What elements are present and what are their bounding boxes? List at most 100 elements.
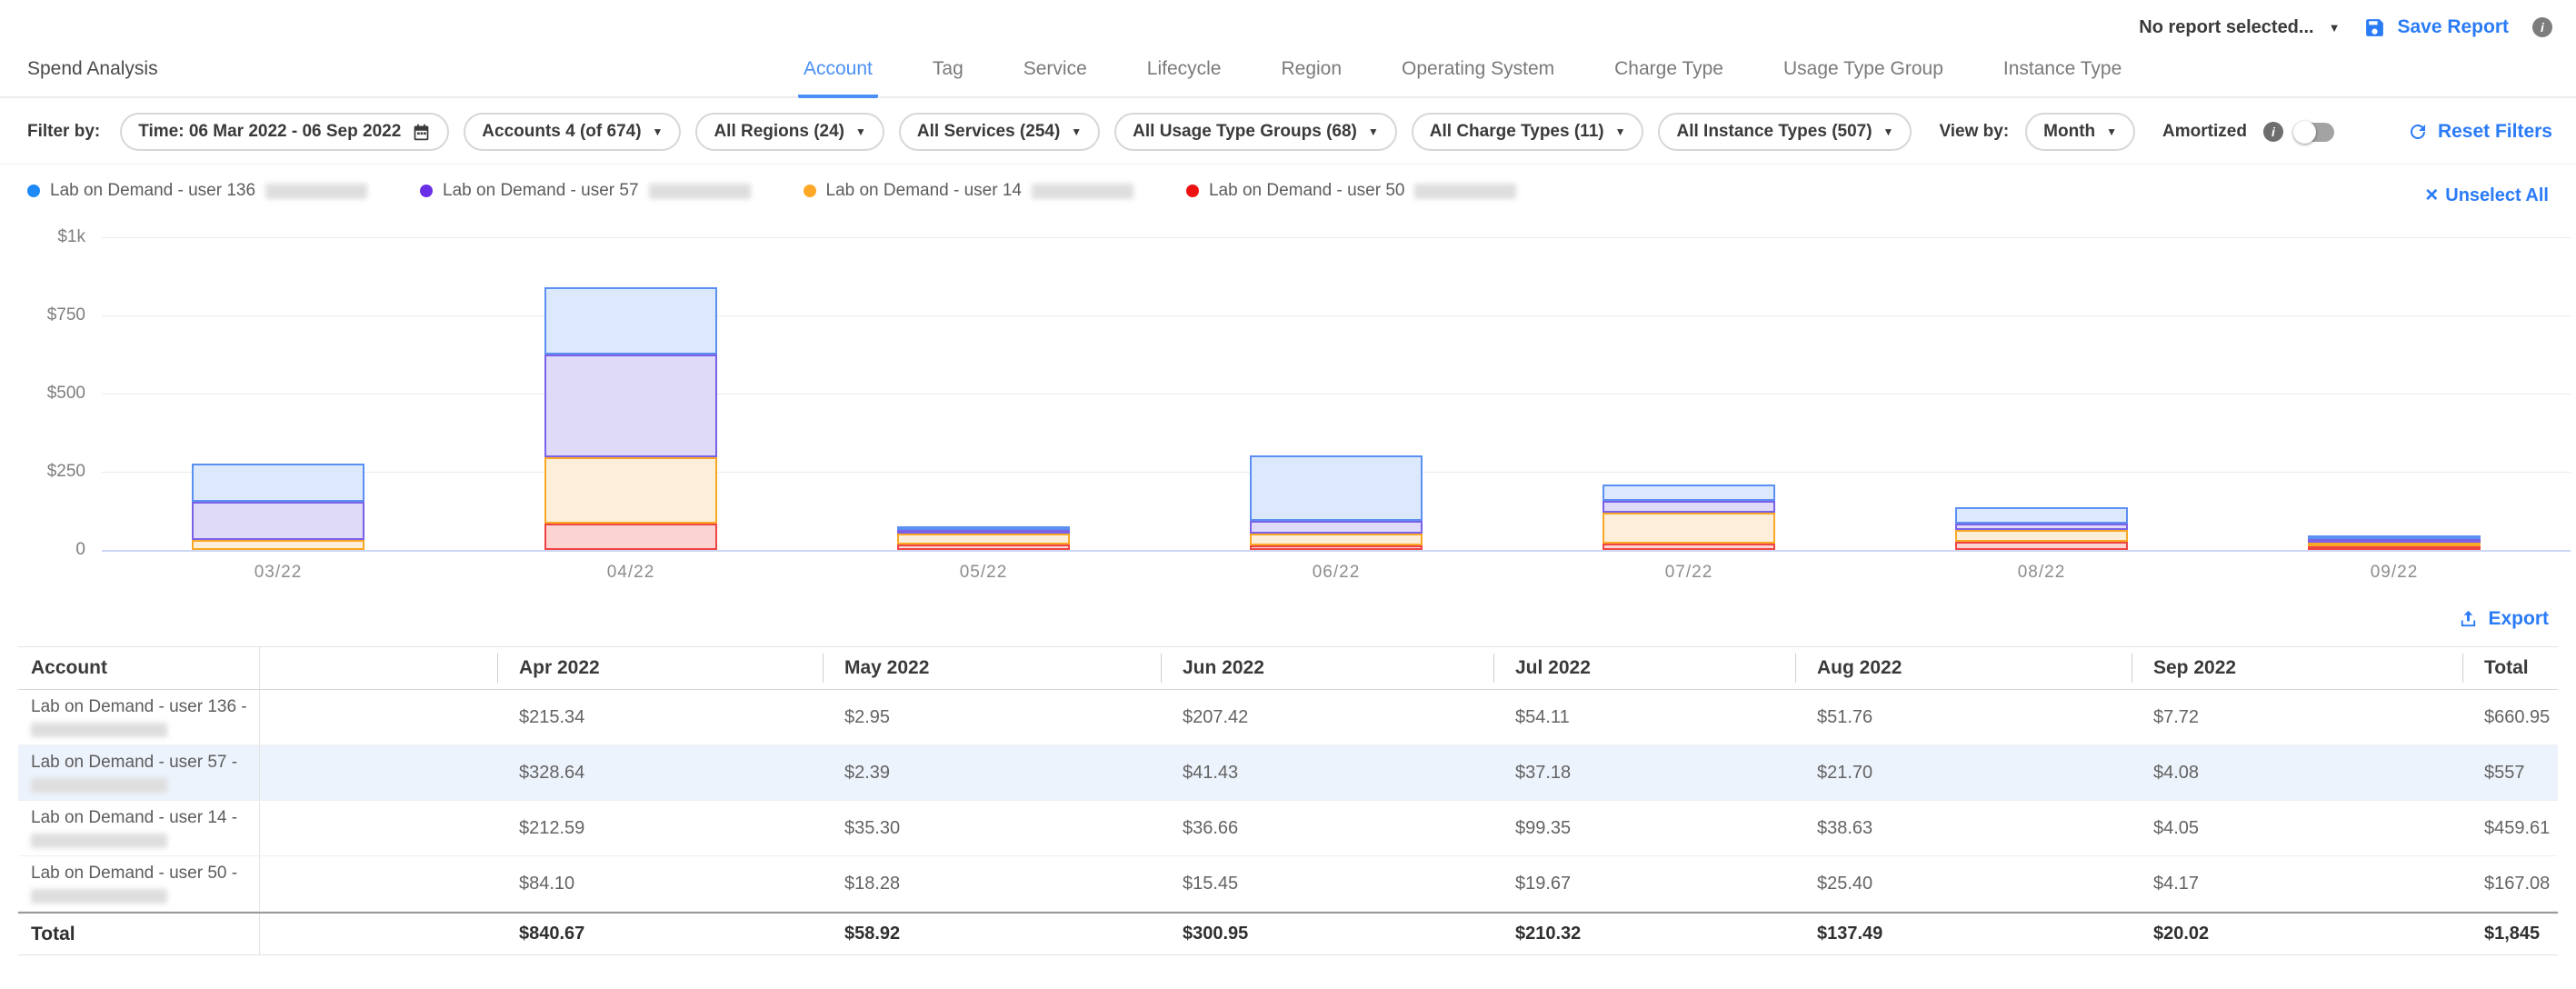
time-range-label: Time: 06 Mar 2022 - 06 Sep 2022	[138, 122, 401, 142]
bar-segment[interactable]	[544, 355, 717, 457]
column-header-account[interactable]: Account	[18, 647, 260, 689]
view-by-dropdown[interactable]: Month ▼	[2025, 113, 2135, 151]
bar-segment[interactable]	[1603, 513, 1775, 544]
legend-dot-blue	[27, 185, 40, 197]
legend-label: Lab on Demand - user 14	[826, 181, 1022, 201]
tab-service[interactable]: Service	[1018, 58, 1093, 98]
chart-bars[interactable]	[102, 237, 2571, 550]
report-selector-dropdown[interactable]: No report selected... ▼	[2139, 17, 2340, 38]
caret-down-icon: ▼	[1368, 125, 1379, 138]
tab-charge-type[interactable]: Charge Type	[1609, 58, 1729, 98]
bar-segment[interactable]	[1603, 544, 1775, 550]
caret-down-icon: ▼	[1615, 125, 1626, 138]
table-row[interactable]: Lab on Demand - user 57 - $328.64 $2.39 …	[18, 745, 2558, 801]
info-icon[interactable]: i	[2532, 17, 2552, 37]
bar-segment[interactable]	[1603, 501, 1775, 513]
view-by-label: View by:	[1939, 122, 2009, 142]
total-value: $20.02	[2132, 914, 2462, 954]
cell-value: $660.95	[2462, 690, 2558, 744]
chart-plot-area	[102, 237, 2571, 552]
account-name: Lab on Demand - user 136 -	[31, 697, 252, 717]
legend-label: Lab on Demand - user 136	[50, 181, 255, 201]
tab-lifecycle[interactable]: Lifecycle	[1142, 58, 1227, 98]
charge-types-filter[interactable]: All Charge Types (11) ▼	[1412, 113, 1644, 151]
legend-item-user-136[interactable]: Lab on Demand - user 136	[27, 181, 367, 210]
bar-segment[interactable]	[2308, 546, 2481, 550]
spend-table: Account Apr 2022 May 2022 Jun 2022 Jul 2…	[18, 646, 2558, 955]
legend-item-user-57[interactable]: Lab on Demand - user 57	[420, 181, 750, 201]
bar-segment[interactable]	[1250, 545, 1423, 550]
stacked-bar[interactable]	[1955, 507, 2128, 550]
cell-value: $557	[2462, 745, 2558, 800]
bar-segment[interactable]	[1603, 485, 1775, 502]
bar-segment[interactable]	[1250, 534, 1423, 545]
y-tick: $500	[47, 384, 85, 404]
export-button[interactable]: Export	[2458, 608, 2549, 630]
cell-value: $41.43	[1161, 745, 1493, 800]
column-header-may[interactable]: May 2022	[823, 647, 1161, 689]
legend-item-user-50[interactable]: Lab on Demand - user 50	[1186, 181, 1516, 210]
bar-segment[interactable]	[1955, 524, 2128, 530]
bar-segment[interactable]	[897, 544, 1070, 550]
time-range-filter[interactable]: Time: 06 Mar 2022 - 06 Sep 2022	[120, 113, 449, 151]
table-header-row: Account Apr 2022 May 2022 Jun 2022 Jul 2…	[18, 647, 2558, 690]
column-header-sep[interactable]: Sep 2022	[2132, 647, 2462, 689]
table-row[interactable]: Lab on Demand - user 50 - $84.10 $18.28 …	[18, 856, 2558, 912]
services-filter[interactable]: All Services (254) ▼	[899, 113, 1100, 151]
bar-segment[interactable]	[192, 502, 364, 540]
stacked-bar[interactable]	[2308, 535, 2481, 550]
tab-instance-type[interactable]: Instance Type	[1998, 58, 2127, 98]
legend-item-user-14[interactable]: Lab on Demand - user 14	[804, 181, 1133, 201]
accounts-filter[interactable]: Accounts 4 (of 674) ▼	[464, 113, 681, 151]
chart-legend: Lab on Demand - user 136 Lab on Demand -…	[0, 165, 2576, 223]
unselect-all-button[interactable]: × Unselect All	[2425, 183, 2549, 208]
table-row[interactable]: Lab on Demand - user 14 - $212.59 $35.30…	[18, 801, 2558, 856]
amortized-toggle[interactable]	[2294, 123, 2334, 142]
cell-value: $99.35	[1493, 801, 1795, 855]
table-row[interactable]: Lab on Demand - user 136 - $215.34 $2.95…	[18, 690, 2558, 745]
bar-segment[interactable]	[192, 464, 364, 502]
column-header-jul[interactable]: Jul 2022	[1493, 647, 1795, 689]
services-filter-label: All Services (254)	[917, 122, 1060, 142]
column-header-jun[interactable]: Jun 2022	[1161, 647, 1493, 689]
bar-segment[interactable]	[1250, 455, 1423, 520]
stacked-bar[interactable]	[192, 464, 364, 550]
stacked-bar[interactable]	[897, 526, 1070, 550]
caret-down-icon: ▼	[1071, 125, 1082, 138]
tab-operating-system[interactable]: Operating System	[1396, 58, 1560, 98]
bar-segment[interactable]	[1955, 530, 2128, 542]
filter-bar: Filter by: Time: 06 Mar 2022 - 06 Sep 20…	[0, 98, 2576, 165]
bar-segment[interactable]	[544, 524, 717, 550]
save-report-button[interactable]: Save Report	[2363, 16, 2509, 39]
cell-value: $212.59	[497, 801, 823, 855]
toggle-knob	[2293, 121, 2316, 144]
tab-usage-type-group[interactable]: Usage Type Group	[1778, 58, 1949, 98]
tab-account[interactable]: Account	[798, 58, 878, 98]
bar-segment[interactable]	[544, 457, 717, 524]
chart-y-axis: $1k $750 $500 $250 0	[18, 237, 102, 552]
bar-segment[interactable]	[897, 534, 1070, 544]
tab-tag[interactable]: Tag	[927, 58, 969, 98]
stacked-bar[interactable]	[1603, 485, 1775, 550]
calendar-icon	[412, 123, 431, 142]
bar-segment[interactable]	[192, 540, 364, 550]
regions-filter[interactable]: All Regions (24) ▼	[695, 113, 884, 151]
export-label: Export	[2488, 608, 2549, 630]
view-by-value: Month	[2043, 122, 2095, 142]
column-header-aug[interactable]: Aug 2022	[1795, 647, 2132, 689]
tab-region[interactable]: Region	[1275, 58, 1347, 98]
column-header-total[interactable]: Total	[2462, 647, 2558, 689]
instance-types-filter[interactable]: All Instance Types (507) ▼	[1658, 113, 1912, 151]
bar-segment[interactable]	[544, 287, 717, 355]
amortized-info-icon[interactable]: i	[2263, 122, 2283, 142]
stacked-bar[interactable]	[1250, 455, 1423, 550]
cell-value: $4.05	[2132, 801, 2462, 855]
stacked-bar[interactable]	[544, 287, 717, 550]
column-header-apr[interactable]: Apr 2022	[497, 647, 823, 689]
usage-type-groups-filter[interactable]: All Usage Type Groups (68) ▼	[1114, 113, 1397, 151]
bar-segment[interactable]	[1250, 521, 1423, 534]
bar-segment[interactable]	[1955, 507, 2128, 524]
bar-segment[interactable]	[1955, 542, 2128, 550]
reset-filters-button[interactable]: Reset Filters	[2407, 121, 2552, 143]
cell-value: $15.45	[1161, 856, 1493, 911]
